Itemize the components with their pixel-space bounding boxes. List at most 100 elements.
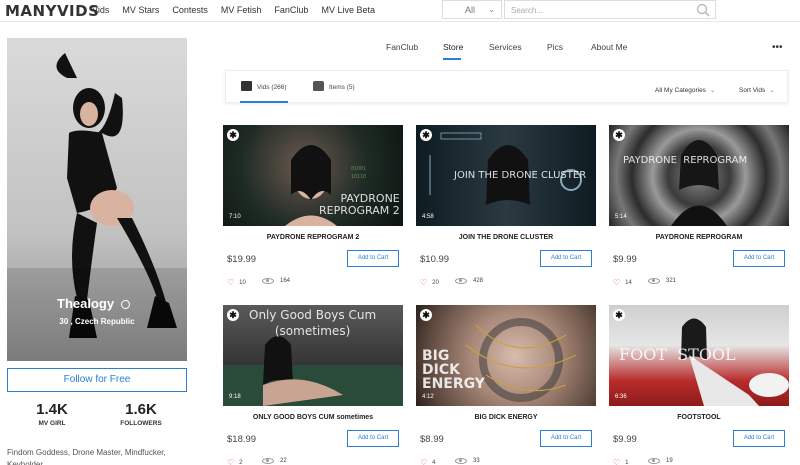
add-to-cart-button[interactable]: Add to Cart: [733, 430, 785, 447]
like-count[interactable]: ♡ 2: [227, 458, 243, 465]
nav-link-mv-stars[interactable]: MV Stars: [122, 5, 159, 15]
video-thumbnail[interactable]: JOIN THE DRONE CLUSTER ✱ 4:58: [416, 125, 596, 226]
search-icon[interactable]: [695, 2, 711, 18]
video-title[interactable]: PAYDRONE REPROGRAM: [609, 234, 789, 241]
video-price: $10.99: [420, 254, 450, 265]
like-count-value: 14: [625, 279, 632, 286]
tab-about-me[interactable]: About Me: [591, 42, 627, 52]
asterisk-icon: ✱: [227, 309, 239, 321]
thumbnail-art: [671, 140, 727, 226]
video-price: $8.99: [420, 434, 444, 445]
nav-link-vids[interactable]: Vids: [92, 5, 109, 15]
site-logo[interactable]: MANYVIDS: [5, 2, 99, 20]
like-count[interactable]: ♡ 4: [420, 458, 436, 465]
add-to-cart-button[interactable]: Add to Cart: [540, 430, 592, 447]
view-count-value: 164: [280, 278, 291, 284]
video-title[interactable]: PAYDRONE REPROGRAM 2: [223, 234, 403, 241]
sort-dropdown[interactable]: Sort Vids ⌄: [739, 86, 775, 94]
svg-text:01001: 01001: [351, 166, 366, 172]
filter-tab-items[interactable]: Items (5): [313, 81, 355, 91]
profile-photo: Thealogy 30 , Czech Republic: [7, 38, 187, 361]
video-thumbnail[interactable]: 01001 10110 PAYDRONE REPROGRAM 2 ✱ 7:10: [223, 125, 403, 226]
search-placeholder: Search...: [511, 6, 544, 15]
nav-link-contests[interactable]: Contests: [172, 5, 208, 15]
video-thumbnail[interactable]: PAYDRONE REPROGRAM ✱ 5:14: [609, 125, 789, 226]
like-count-value: 10: [239, 279, 246, 286]
like-count[interactable]: ♡ 1: [613, 458, 629, 465]
like-count[interactable]: ♡ 10: [227, 278, 246, 287]
nav-link-mv-fetish[interactable]: MV Fetish: [221, 5, 262, 15]
stat-mv-girl: 1.4K MV GIRL: [17, 401, 87, 427]
profile-name-text: Thealogy: [57, 296, 115, 311]
active-tab-indicator: [443, 58, 461, 60]
categories-dropdown-label: All My Categories: [655, 87, 706, 94]
view-count: 33: [455, 458, 480, 464]
stat-value: 1.4K: [36, 401, 68, 418]
like-count-value: 2: [239, 459, 243, 465]
add-to-cart-button[interactable]: Add to Cart: [540, 250, 592, 267]
nav-links: Vids MV Stars Contests MV Fetish FanClub…: [92, 5, 388, 15]
video-duration: 4:12: [422, 394, 434, 400]
view-count-value: 33: [473, 458, 480, 464]
heart-icon[interactable]: ♡: [420, 458, 427, 465]
heart-icon[interactable]: ♡: [227, 458, 234, 465]
add-to-cart-button[interactable]: Add to Cart: [733, 250, 785, 267]
like-count-value: 4: [432, 459, 436, 465]
video-duration: 7:10: [229, 214, 241, 220]
video-title[interactable]: JOIN THE DRONE CLUSTER: [416, 234, 596, 241]
thumbnail-text: Only Good Boys Cum (sometimes): [249, 308, 377, 338]
search-input[interactable]: Search...: [504, 0, 716, 19]
video-title[interactable]: ONLY GOOD BOYS CUM sometimes: [223, 414, 403, 421]
like-count[interactable]: ♡ 14: [613, 278, 632, 287]
heart-icon[interactable]: ♡: [613, 278, 620, 287]
tab-fanclub[interactable]: FanClub: [386, 42, 418, 52]
thumbnail-text: JOIN THE DRONE CLUSTER: [454, 170, 587, 181]
video-title[interactable]: FOOTSTOOL: [609, 414, 789, 421]
like-count-value: 1: [625, 459, 629, 465]
thumbnail-text: PAYDRONE REPROGRAM 2: [319, 192, 400, 217]
add-to-cart-button[interactable]: Add to Cart: [347, 430, 399, 447]
active-filter-indicator: [240, 101, 288, 103]
view-count: 428: [455, 278, 483, 284]
profile-bio: Findom Goddess, Drone Master, Mindfucker…: [7, 448, 166, 465]
nav-link-fanclub[interactable]: FanClub: [274, 5, 308, 15]
video-price: $19.99: [227, 254, 257, 265]
view-count-value: 428: [473, 278, 484, 284]
asterisk-icon: ✱: [420, 129, 432, 141]
video-title[interactable]: BIG DICK ENERGY: [416, 414, 596, 421]
thumbnail-text: BIG DICK ENERGY: [422, 348, 485, 392]
asterisk-icon: ✱: [227, 129, 239, 141]
shirt-icon: [313, 81, 324, 91]
more-options-icon[interactable]: •••: [772, 42, 783, 53]
video-duration: 9:18: [229, 394, 241, 400]
video-thumbnail[interactable]: FOOT STOOL ✱ 6:36: [609, 305, 789, 406]
eye-icon: [455, 458, 467, 464]
stat-followers[interactable]: 1.6K FOLLOWERS: [106, 401, 176, 427]
heart-icon[interactable]: ♡: [613, 458, 620, 465]
view-count: 321: [648, 278, 676, 284]
nav-link-mv-live[interactable]: MV Live Beta: [321, 5, 375, 15]
sort-dropdown-label: Sort Vids: [739, 87, 766, 94]
follow-button[interactable]: Follow for Free: [7, 368, 187, 392]
filter-tab-vids[interactable]: Vids (266): [241, 81, 287, 91]
tab-store[interactable]: Store: [443, 42, 463, 52]
like-count[interactable]: ♡ 20: [420, 278, 439, 287]
view-count-value: 321: [666, 278, 677, 284]
heart-icon[interactable]: ♡: [227, 278, 234, 287]
tab-services[interactable]: Services: [489, 42, 522, 52]
profile-figure: [7, 38, 187, 361]
video-thumbnail[interactable]: Only Good Boys Cum (sometimes) ✱ 9:18: [223, 305, 403, 406]
stat-value: 1.6K: [125, 401, 157, 418]
category-select[interactable]: All ⌄: [442, 0, 502, 19]
tab-pics[interactable]: Pics: [547, 42, 563, 52]
stat-label: FOLLOWERS: [120, 420, 162, 427]
video-price: $9.99: [613, 434, 637, 445]
heart-icon[interactable]: ♡: [420, 278, 427, 287]
categories-dropdown[interactable]: All My Categories ⌄: [655, 86, 715, 94]
video-thumbnail[interactable]: BIG DICK ENERGY ✱ 4:12: [416, 305, 596, 406]
view-count: 19: [648, 458, 673, 464]
add-to-cart-button[interactable]: Add to Cart: [347, 250, 399, 267]
video-duration: 6:36: [615, 394, 627, 400]
video-price: $9.99: [613, 254, 637, 265]
top-nav: MANYVIDS Vids MV Stars Contests MV Fetis…: [0, 0, 800, 22]
